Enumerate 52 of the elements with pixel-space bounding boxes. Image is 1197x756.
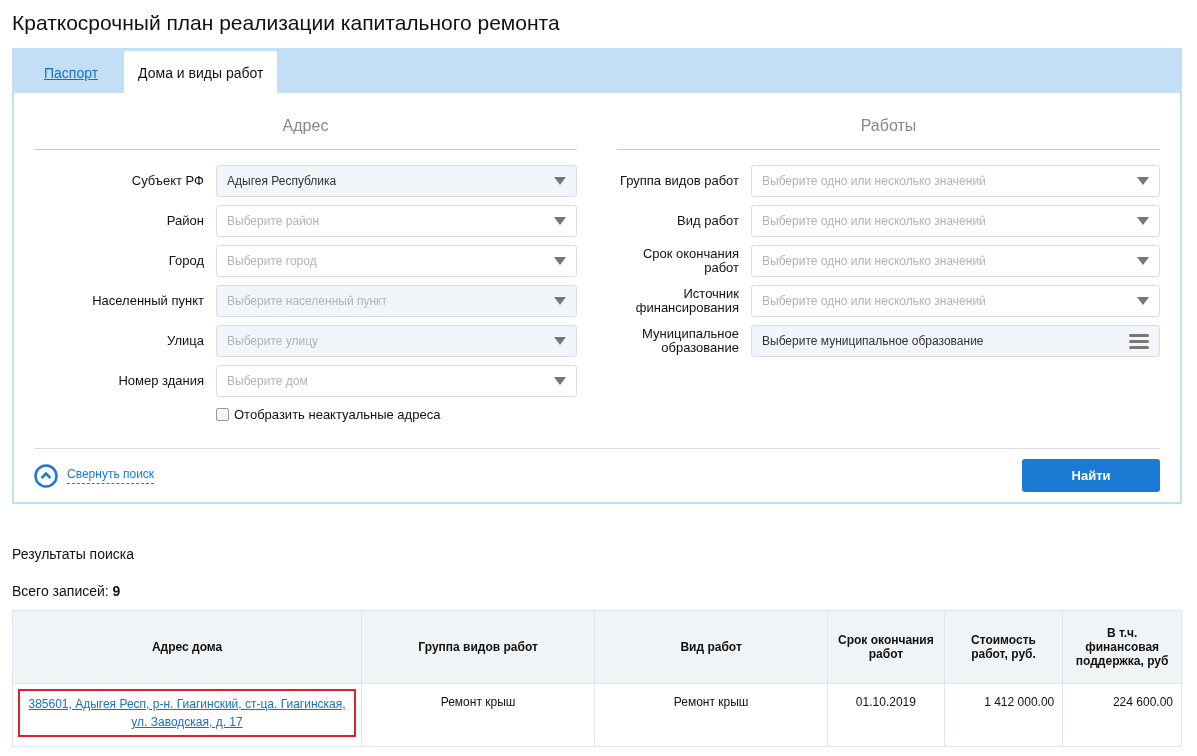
tab[interactable]: Дома и виды работ: [124, 51, 278, 93]
select-field[interactable]: Выберите одно или несколько значений: [751, 285, 1160, 317]
field-label: Вид работ: [676, 214, 739, 228]
column-header: Адрес дома: [12, 610, 362, 684]
caret-icon: [554, 337, 566, 345]
field-label: Район: [165, 214, 204, 228]
select-field[interactable]: Выберите одно или несколько значений: [751, 205, 1160, 237]
column-header: Вид работ: [594, 610, 828, 684]
column-header: Группа видов работ: [361, 610, 595, 684]
total-records: Всего записей: 9: [12, 583, 122, 599]
menu-icon: [1129, 333, 1149, 349]
caret-icon: [1137, 257, 1149, 265]
checkbox[interactable]: [216, 408, 229, 421]
caret-icon: [1137, 177, 1149, 185]
table-cell: Ремонт крыш: [361, 683, 595, 747]
field-label: Источник финансирования: [634, 287, 739, 315]
select-field[interactable]: Выберите район: [216, 205, 577, 237]
section-heading: Работы: [859, 116, 918, 136]
select-field[interactable]: Выберите одно или несколько значений: [751, 245, 1160, 277]
caret-icon: [554, 217, 566, 225]
caret-icon: [554, 177, 566, 185]
table-cell: Ремонт крыш: [594, 683, 828, 747]
checkbox-label: Отобразить неактуальные адреса: [234, 407, 441, 422]
select-field[interactable]: Выберите одно или несколько значений: [751, 165, 1160, 197]
caret-icon: [554, 257, 566, 265]
field-label: Населенный пункт: [91, 294, 204, 308]
field-label: Город: [167, 254, 204, 268]
table-cell: 1 412 000.00: [944, 683, 1063, 747]
caret-icon: [554, 377, 566, 385]
chevron-up-circle-icon[interactable]: [34, 463, 58, 488]
column-header: Стоимость работ, руб.: [944, 610, 1063, 684]
field-label: Срок окончания работ: [641, 247, 739, 275]
tab[interactable]: Паспорт: [30, 51, 113, 93]
collapse-search-link[interactable]: Свернуть поиск: [67, 467, 155, 484]
section-heading: Адрес: [281, 116, 330, 136]
table-cell: 01.10.2019: [827, 683, 945, 747]
field-label: Субъект РФ: [130, 174, 204, 188]
column-header: В т.ч. финансовая поддержка, руб: [1062, 610, 1182, 684]
find-button[interactable]: Найти: [1022, 459, 1160, 492]
table-cell: 224 600.00: [1062, 683, 1182, 747]
field-label: Номер здания: [117, 374, 204, 388]
select-field[interactable]: Выберите город: [216, 245, 577, 277]
column-header: Срок окончания работ: [827, 610, 945, 684]
results-title: Результаты поиска: [12, 546, 136, 562]
caret-icon: [1137, 217, 1149, 225]
field-label: Улица: [166, 334, 204, 348]
caret-icon: [1137, 297, 1149, 305]
field-label: Группа видов работ: [618, 174, 739, 188]
field-label: Муниципальное образование: [641, 327, 739, 355]
select-field[interactable]: Выберите дом: [216, 365, 577, 397]
caret-icon: [554, 297, 566, 305]
page-title: Краткосрочный план реализации капитального ремонта: [12, 10, 561, 36]
